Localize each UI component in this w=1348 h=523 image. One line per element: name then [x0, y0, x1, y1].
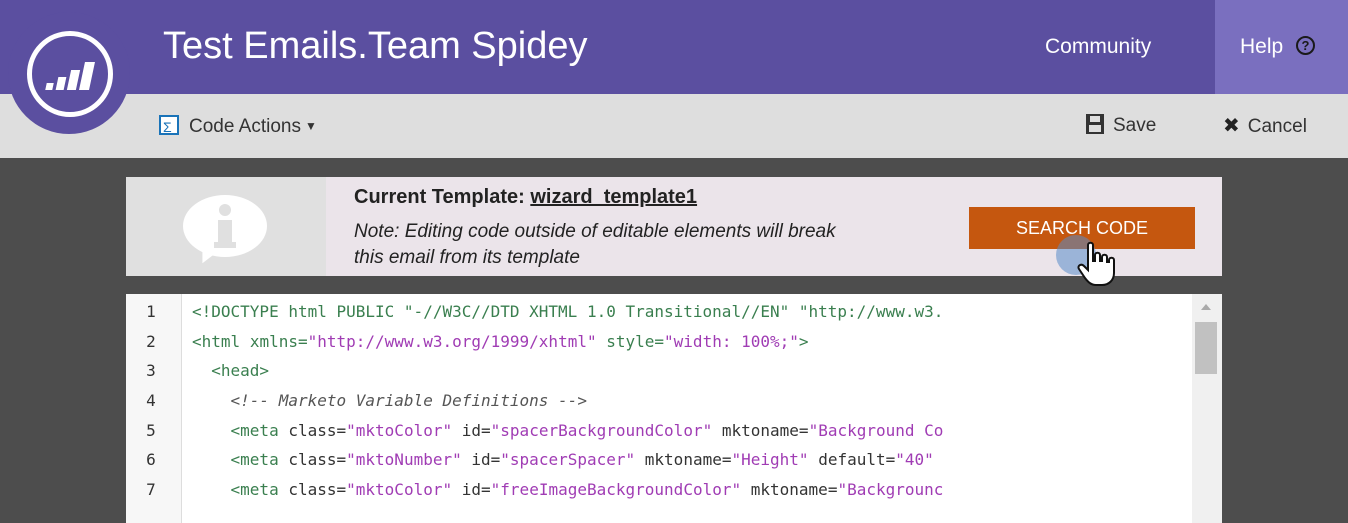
question-circle-icon: ?: [1296, 36, 1315, 55]
cancel-label: Cancel: [1247, 116, 1307, 137]
page-title: Test Emails.Team Spidey: [163, 25, 588, 67]
save-button[interactable]: Save: [1086, 112, 1156, 140]
template-warning-note: Note: Editing code outside of editable e…: [354, 219, 974, 271]
line-number: 2: [146, 332, 156, 351]
scrollbar-thumb[interactable]: [1195, 322, 1217, 374]
note-line-1: Note: Editing code outside of editable e…: [354, 221, 836, 242]
code-line: <!-- Marketo Variable Definitions -->: [230, 391, 587, 410]
code-line: <!DOCTYPE html PUBLIC "-//W3C//DTD XHTML…: [192, 302, 944, 321]
logo-bar: [79, 62, 95, 90]
logo-bar: [55, 77, 67, 90]
nav-community-link[interactable]: Community: [1045, 0, 1215, 94]
x-icon: ✖: [1223, 115, 1240, 137]
code-line: <meta class="mktoColor" id="freeImageBac…: [230, 480, 944, 499]
info-bubble-icon: [183, 195, 267, 257]
line-number: 6: [146, 450, 156, 469]
code-line: <head>: [211, 361, 270, 380]
line-number: 1: [146, 302, 156, 321]
code-line: <html xmlns="http://www.w3.org/1999/xhtm…: [192, 332, 809, 351]
caret-down-icon: ▼: [304, 119, 317, 133]
hand-pointer-icon: [1077, 241, 1115, 286]
note-line-2: this email from its template: [354, 247, 580, 268]
template-name-link[interactable]: wizard_template1: [530, 186, 697, 208]
scroll-up-icon[interactable]: [1201, 304, 1211, 310]
line-number: 4: [146, 391, 156, 410]
sigma-icon: [159, 113, 179, 141]
cancel-button[interactable]: ✖ Cancel: [1223, 112, 1307, 140]
code-line: <meta class="mktoNumber" id="spacerSpace…: [230, 450, 934, 469]
line-number: 5: [146, 421, 156, 440]
current-template-label: Current Template:: [354, 186, 525, 208]
app-header: Test Emails.Team Spidey Community Help ?: [0, 0, 1348, 94]
marketo-logo[interactable]: [8, 12, 130, 134]
nav-help-label: Help: [1240, 35, 1284, 58]
logo-bar: [66, 70, 81, 90]
nav-help-link[interactable]: Help ?: [1215, 0, 1348, 94]
current-template-heading: Current Template: wizard_template1: [354, 182, 697, 212]
code-actions-label: Code Actions: [189, 116, 301, 137]
editor-toolbar: Code Actions▼ Save ✖ Cancel: [0, 94, 1348, 158]
line-number: 7: [146, 480, 156, 499]
line-number: 3: [146, 361, 156, 380]
save-label: Save: [1113, 115, 1157, 136]
code-editor[interactable]: 1 2 3 4 5 6 7 <!DOCTYPE html PUBLIC "-//…: [126, 294, 1222, 523]
line-number-gutter: 1 2 3 4 5 6 7: [126, 294, 182, 523]
logo-bar: [45, 83, 54, 90]
code-line: <meta class="mktoColor" id="spacerBackgr…: [230, 421, 944, 440]
template-notice: Current Template: wizard_template1 Note:…: [126, 177, 1222, 286]
code-actions-menu[interactable]: Code Actions▼: [159, 112, 317, 141]
info-icon-box: [126, 177, 326, 276]
floppy-disk-icon: [1086, 114, 1104, 134]
